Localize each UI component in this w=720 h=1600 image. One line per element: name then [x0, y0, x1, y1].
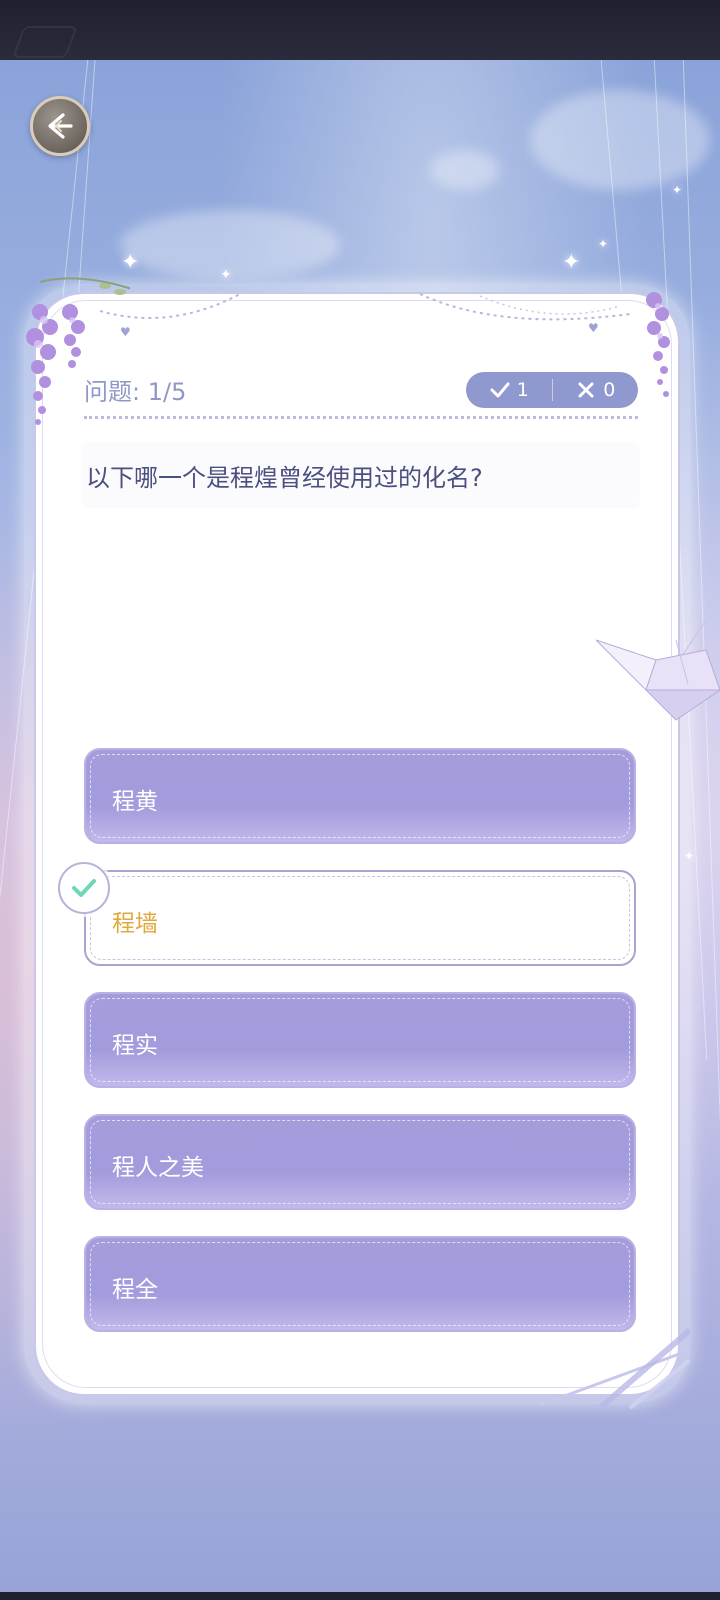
answer-option-3[interactable]: 程实	[84, 992, 636, 1088]
back-button[interactable]	[30, 96, 90, 156]
answer-option-label: 程人之美	[112, 1155, 204, 1181]
header-divider	[84, 416, 638, 419]
cloud	[530, 90, 710, 190]
answer-option-4[interactable]: 程人之美	[84, 1114, 636, 1210]
sparkle-icon: ✦	[672, 183, 683, 197]
answer-option-5[interactable]: 程全	[84, 1236, 636, 1332]
cloud	[430, 150, 500, 190]
sparkle-icon: ✦	[598, 237, 609, 251]
sparkle-icon: ✦	[562, 250, 581, 275]
answer-option-2-selected[interactable]: 程墙	[84, 870, 636, 966]
top-bar-decoration	[12, 26, 78, 58]
garland-decoration: ♥ ♥	[100, 293, 631, 339]
back-arrow-icon	[48, 113, 73, 139]
answer-option-label: 程全	[112, 1277, 158, 1303]
correct-count-group: 1	[466, 379, 552, 401]
bottom-bar	[0, 1592, 720, 1600]
svg-text:♥: ♥	[588, 321, 599, 335]
wrong-count: 0	[603, 379, 616, 401]
question-text: 以下哪一个是程煌曾经使用过的化名?	[86, 464, 483, 492]
check-icon	[490, 382, 510, 398]
checkmark-icon	[72, 879, 96, 897]
top-status-bar	[0, 0, 720, 60]
sparkle-icon: ✦	[220, 267, 232, 283]
correct-count: 1	[516, 379, 529, 401]
cross-icon	[578, 382, 594, 398]
answer-option-1[interactable]: 程黄	[84, 748, 636, 844]
answer-option-label: 程实	[112, 1033, 158, 1059]
answer-option-label: 程黄	[112, 789, 158, 815]
corner-ribbon-decoration	[540, 1327, 690, 1410]
paper-crane-decoration	[596, 620, 720, 721]
wrong-count-group: 0	[553, 379, 639, 401]
answer-option-label: 程墙	[112, 911, 158, 937]
question-progress: 问题: 1/5	[84, 378, 187, 406]
selected-marker	[58, 862, 110, 914]
sparkle-icon: ✦	[121, 250, 140, 275]
score-badge: 1 0	[466, 372, 638, 408]
